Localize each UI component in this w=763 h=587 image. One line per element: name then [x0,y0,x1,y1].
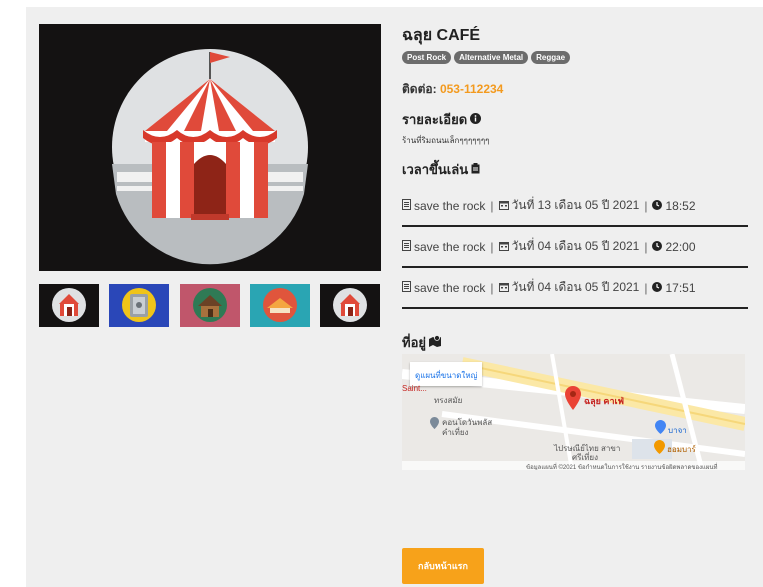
thumbnail-circus-tent-2[interactable] [320,284,380,327]
showtime-date: วันที่ 13 เดือน 05 ปี 2021 [511,198,640,212]
genre-tag: Alternative Metal [454,51,529,64]
view-larger-map-text: ดูแผนที่ขนาดใหญ่ [415,371,478,380]
separator: | [490,239,494,254]
thumbnail-safe[interactable] [109,284,169,327]
map-place-label: ฮอมบาร์ [667,445,696,454]
thumbnail-strip [39,284,381,328]
showtimes-heading: เวลาขึ้นเล่น [402,159,480,180]
circus-tent-illustration [112,49,308,265]
showtime-band: save the rock [414,198,486,213]
showtime-time: 22:00 [665,239,696,254]
info-icon [470,112,482,127]
map-place-label: คำเที่ยง [442,428,469,437]
showtime-row: save the rock | วันที่ 04 เดือน 05 ปี 20… [402,268,748,309]
genre-tag: Reggae [531,51,571,64]
main-cafe-image [39,24,381,271]
map-pin-icon [565,386,581,415]
showtime-row: save the rock | วันที่ 13 เดือน 05 ปี 20… [402,186,748,227]
band-icon [402,198,411,213]
map-place-label: บาจา [668,426,687,435]
cafe-name: ฉลุย CAFÉ [402,27,481,44]
clock-icon [652,199,663,213]
cafe-detail-panel: ฉลุย CAFÉ Post Rock Alternative Metal Re… [26,7,763,587]
map-place-pin-icon [655,420,666,439]
back-to-home-button[interactable]: กลับหน้าแรก [402,548,484,584]
calendar-icon [498,199,509,213]
separator: | [490,280,494,295]
details-text: ร้านที่ริมถนนเล็กๆๆๆๆๆๆๆ [402,136,490,145]
map-marked-icon [429,335,443,350]
band-icon [402,280,411,295]
showtime-time: 18:52 [665,198,696,213]
showtime-band: save the rock [414,280,486,295]
map-place-pin-icon [654,440,665,459]
address-heading-text: ที่อยู่ [402,335,426,350]
map-attribution[interactable]: ข้อมูลแผนที่ ©2021 ข้อกำหนดในการใช้งาน ร… [526,462,717,470]
clock-icon [652,240,663,254]
showtimes-heading-text: เวลาขึ้นเล่น [402,162,469,177]
showtime-date: วันที่ 04 เดือน 05 ปี 2021 [511,239,640,253]
separator: | [644,239,648,254]
details-heading-text: รายละเอียด [402,112,468,127]
showtime-list: save the rock | วันที่ 13 เดือน 05 ปี 20… [402,186,748,309]
contact-line: ติดต่อ: 053-112234 [402,80,503,99]
map-place-label: Saint... [402,384,427,393]
map-place-pin-icon [430,416,439,434]
separator: | [644,280,648,295]
map-pin-label: ฉลุย คาเฟ่ [584,396,624,406]
calendar-icon [498,281,509,295]
separator: | [490,198,494,213]
map-place-label: ทรงสมัย [434,396,463,405]
map-footer: ข้อมูลแผนที่ ©2021 ข้อกำหนดในการใช้งาน ร… [402,461,745,470]
location-map[interactable]: ดูแผนที่ขนาดใหญ่ ฉลุย คาเฟ่ Saint... ทรง… [402,354,745,470]
details-heading: รายละเอียด [402,109,482,130]
genre-tags: Post Rock Alternative Metal Reggae [402,51,571,64]
thumbnail-cabin[interactable] [180,284,240,327]
thumbnail-house[interactable] [250,284,310,327]
showtime-band: save the rock [414,239,486,254]
address-heading: ที่อยู่ [402,332,443,353]
separator: | [644,198,648,213]
showtime-row: save the rock | วันที่ 04 เดือน 05 ปี 20… [402,227,748,268]
showtime-date: วันที่ 04 เดือน 05 ปี 2021 [511,280,640,294]
thumbnail-circus-tent[interactable] [39,284,99,327]
clock-icon [652,281,663,295]
genre-tag: Post Rock [402,51,452,64]
view-larger-map-link[interactable]: ดูแผนที่ขนาดใหญ่ [410,362,483,386]
phone-number[interactable]: 053-112234 [440,82,503,96]
calendar-icon [498,240,509,254]
clipboard-icon [471,162,480,177]
showtime-time: 17:51 [665,280,696,295]
contact-label: ติดต่อ: [402,82,437,96]
band-icon [402,239,411,254]
